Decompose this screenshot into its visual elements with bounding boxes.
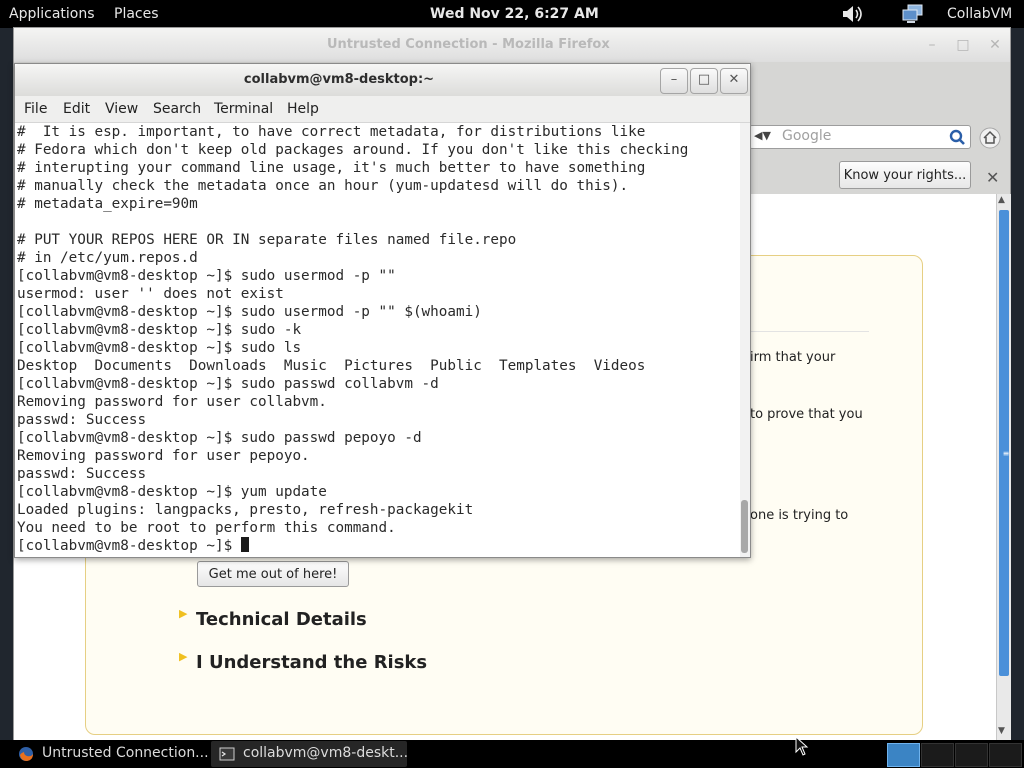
expand-triangle-icon: ▶ bbox=[179, 607, 188, 620]
scroll-down-icon[interactable]: ▼ bbox=[998, 726, 1005, 736]
user-menu[interactable]: CollabVM bbox=[947, 5, 1012, 23]
terminal-output[interactable]: # It is esp. important, to have correct … bbox=[15, 123, 740, 557]
terminal-line: [collabvm@vm8-desktop ~]$ sudo passwd co… bbox=[17, 376, 439, 392]
menu-search[interactable]: Search bbox=[153, 101, 201, 117]
error-text: one is trying to bbox=[750, 508, 849, 523]
terminal-line: # Fedora which don't keep old packages a… bbox=[17, 142, 689, 158]
terminal-line: # PUT YOUR REPOS HERE OR IN separate fil… bbox=[17, 232, 517, 248]
workspace-3[interactable] bbox=[955, 743, 988, 767]
terminal-line: usermod: user '' does not exist bbox=[17, 286, 284, 302]
terminal-line: # manually check the metadata once an ho… bbox=[17, 178, 629, 194]
divider bbox=[749, 331, 869, 332]
terminal-line: [collabvm@vm8-desktop ~]$ sudo usermod -… bbox=[17, 268, 396, 284]
speaker-icon[interactable] bbox=[840, 3, 864, 25]
terminal-line: [collabvm@vm8-desktop ~]$ sudo ls bbox=[17, 340, 302, 356]
terminal-line: passwd: Success bbox=[17, 466, 147, 482]
technical-details-expander[interactable]: ▶ Technical Details bbox=[179, 607, 367, 630]
menu-terminal[interactable]: Terminal bbox=[214, 101, 273, 117]
terminal-line: passwd: Success bbox=[17, 412, 147, 428]
menu-help[interactable]: Help bbox=[287, 101, 319, 117]
top-panel: Applications Places Wed Nov 22, 6:27 AM … bbox=[0, 0, 1024, 28]
terminal-prompt: [collabvm@vm8-desktop ~]$ bbox=[17, 538, 241, 554]
minimize-icon[interactable]: – bbox=[924, 37, 940, 53]
terminal-line: # metadata_expire=90m bbox=[17, 196, 198, 212]
vertical-scrollbar[interactable]: ▲ ≡ ▼ bbox=[996, 194, 1011, 740]
terminal-line: [collabvm@vm8-desktop ~]$ sudo passwd pe… bbox=[17, 430, 422, 446]
technical-details-label: Technical Details bbox=[196, 609, 367, 630]
workspace-2[interactable] bbox=[921, 743, 954, 767]
minimize-icon[interactable]: – bbox=[660, 68, 688, 94]
terminal-line: Removing password for user pepoyo. bbox=[17, 448, 310, 464]
error-text: irm that your bbox=[750, 350, 836, 365]
terminal-lines: # It is esp. important, to have correct … bbox=[17, 123, 688, 555]
search-engine-dropdown[interactable]: ◀▼ bbox=[754, 129, 780, 145]
grip-icon: ≡ bbox=[1002, 449, 1010, 458]
network-icon[interactable] bbox=[902, 4, 926, 24]
know-your-rights-button[interactable]: Know your rights... bbox=[839, 161, 971, 189]
terminal-line: You need to be root to perform this comm… bbox=[17, 520, 396, 536]
terminal-line: Loaded plugins: langpacks, presto, refre… bbox=[17, 502, 474, 518]
close-icon[interactable]: ✕ bbox=[720, 68, 748, 94]
search-box[interactable]: ◀▼ bbox=[749, 125, 971, 149]
clock[interactable]: Wed Nov 22, 6:27 AM bbox=[430, 5, 599, 23]
window-title: collabvm@vm8-desktop:~ bbox=[243, 72, 435, 87]
understand-risks-expander[interactable]: ▶ I Understand the Risks bbox=[179, 650, 428, 673]
maximize-icon[interactable]: □ bbox=[690, 68, 718, 94]
scrollbar-thumb[interactable] bbox=[741, 500, 748, 553]
scrollbar-thumb[interactable]: ≡ bbox=[999, 210, 1009, 676]
menu-edit[interactable]: Edit bbox=[63, 101, 90, 117]
firefox-titlebar[interactable]: Untrusted Connection - Mozilla Firefox –… bbox=[14, 28, 1010, 62]
expand-triangle-icon: ▶ bbox=[179, 650, 188, 663]
home-icon[interactable] bbox=[979, 127, 1001, 149]
taskbar-label: collabvm@vm8-deskt... bbox=[243, 745, 409, 761]
menu-view[interactable]: View bbox=[105, 101, 138, 117]
text-cursor bbox=[240, 537, 249, 552]
terminal-line: [collabvm@vm8-desktop ~]$ sudo usermod -… bbox=[17, 304, 482, 320]
places-menu[interactable]: Places bbox=[114, 5, 159, 23]
close-icon[interactable]: ✕ bbox=[986, 168, 999, 187]
firefox-icon bbox=[19, 747, 33, 761]
terminal-menubar: File Edit View Search Terminal Help bbox=[15, 96, 750, 123]
scroll-up-icon[interactable]: ▲ bbox=[998, 195, 1005, 205]
taskbar-item-firefox[interactable]: Untrusted Connection... bbox=[10, 741, 209, 767]
get-me-out-button[interactable]: Get me out of here! bbox=[197, 561, 349, 587]
taskbar-item-terminal[interactable]: collabvm@vm8-deskt... bbox=[211, 741, 409, 767]
applications-menu[interactable]: Applications bbox=[9, 5, 95, 23]
workspace-4[interactable] bbox=[989, 743, 1022, 767]
terminal-line: Desktop Documents Downloads Music Pictur… bbox=[17, 358, 646, 374]
terminal-line: Removing password for user collabvm. bbox=[17, 394, 327, 410]
terminal-scrollbar[interactable] bbox=[740, 123, 750, 557]
terminal-window: collabvm@vm8-desktop:~ – □ ✕ File Edit V… bbox=[14, 63, 751, 558]
terminal-prompt-line[interactable]: [collabvm@vm8-desktop ~]$ bbox=[17, 537, 688, 555]
terminal-line: [collabvm@vm8-desktop ~]$ yum update bbox=[17, 484, 327, 500]
terminal-line: # It is esp. important, to have correct … bbox=[17, 124, 646, 140]
error-text: to prove that you bbox=[750, 407, 863, 422]
taskbar-label: Untrusted Connection... bbox=[42, 745, 209, 761]
terminal-line: # interupting your command line usage, i… bbox=[17, 160, 646, 176]
understand-risks-label: I Understand the Risks bbox=[196, 652, 428, 673]
maximize-icon[interactable]: □ bbox=[955, 37, 971, 53]
search-icon[interactable] bbox=[948, 128, 966, 146]
terminal-titlebar[interactable]: collabvm@vm8-desktop:~ – □ ✕ bbox=[15, 64, 750, 96]
close-icon[interactable]: ✕ bbox=[987, 37, 1003, 53]
terminal-icon bbox=[219, 747, 235, 761]
terminal-line: # in /etc/yum.repos.d bbox=[17, 250, 198, 266]
mouse-pointer-icon bbox=[795, 736, 809, 756]
menu-file[interactable]: File bbox=[24, 101, 47, 117]
workspace-1[interactable] bbox=[887, 743, 920, 767]
taskbar: Untrusted Connection... collabvm@vm8-des… bbox=[0, 740, 1024, 768]
window-title: Untrusted Connection - Mozilla Firefox bbox=[327, 37, 610, 52]
search-input[interactable] bbox=[782, 128, 932, 144]
terminal-line: [collabvm@vm8-desktop ~]$ sudo -k bbox=[17, 322, 302, 338]
